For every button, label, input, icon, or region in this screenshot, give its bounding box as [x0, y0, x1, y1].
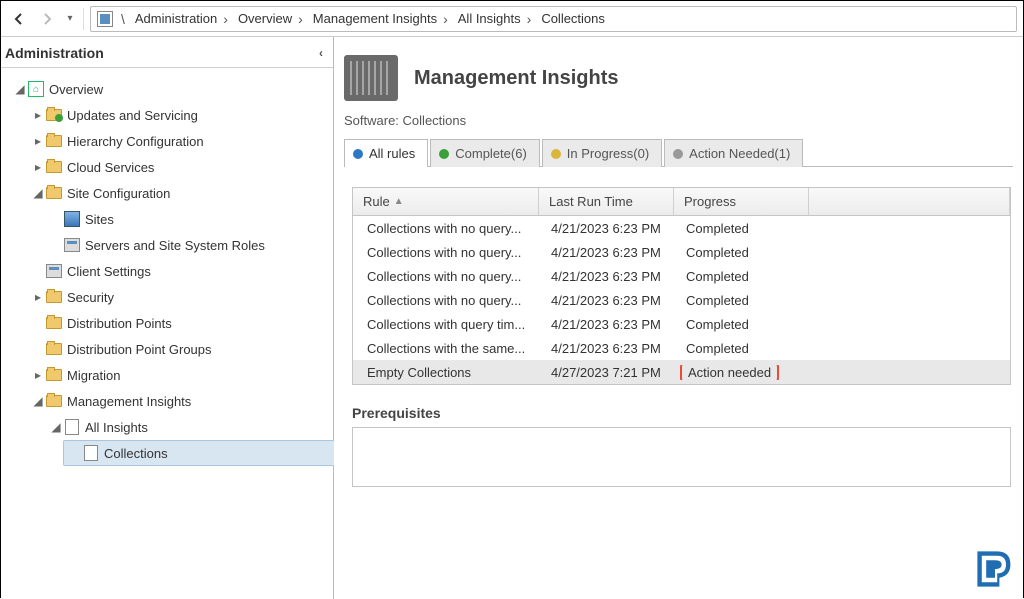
table-row[interactable]: Collections with the same... 4/21/2023 6… — [353, 336, 1010, 360]
management-insights-icon — [344, 55, 398, 101]
table-row[interactable]: Collections with no query... 4/21/2023 6… — [353, 216, 1010, 240]
status-dot-icon — [673, 149, 683, 159]
content-pane: Management Insights Software: Collection… — [334, 37, 1023, 599]
chevron-right-icon[interactable]: › — [219, 11, 232, 27]
tree-node-updates[interactable]: ▸ Updates and Servicing — [27, 102, 333, 128]
tree-node-sites[interactable]: Sites — [45, 206, 333, 232]
nav-history-dropdown[interactable]: ▾ — [63, 10, 77, 28]
table-row[interactable]: Collections with query tim... 4/21/2023 … — [353, 312, 1010, 336]
tree-node-collections[interactable]: Collections — [63, 440, 353, 466]
breadcrumb-path: \ Administration› Overview› Management I… — [90, 6, 1017, 32]
folder-icon — [46, 187, 62, 199]
nav-forward-button[interactable] — [35, 7, 59, 31]
folder-icon — [46, 135, 62, 147]
breadcrumb-item-management-insights[interactable]: Management Insights — [307, 11, 439, 26]
subtitle-label: Software: — [344, 113, 399, 128]
nav-back-button[interactable] — [7, 7, 31, 31]
tree-expander-icon[interactable]: ◢ — [31, 394, 45, 408]
prerequisites-title: Prerequisites — [352, 405, 1011, 427]
nav-pane-title: Administration — [5, 45, 104, 61]
tree-label: Overview — [49, 82, 103, 97]
tree-node-cloud[interactable]: ▸ Cloud Services — [27, 154, 333, 180]
navigation-pane: Administration ‹ ◢ ⌂ Overview ▸ Updates … — [1, 37, 334, 599]
breadcrumb-item-overview[interactable]: Overview — [232, 11, 294, 26]
tab-complete[interactable]: Complete(6) — [430, 139, 540, 167]
tree-expander-icon[interactable]: ◢ — [49, 420, 63, 434]
folder-update-icon — [46, 109, 62, 121]
tree-node-distribution-points[interactable]: Distribution Points — [27, 310, 333, 336]
subtitle-value: Collections — [403, 113, 467, 128]
document-icon — [84, 445, 98, 461]
tree-node-client-settings[interactable]: Client Settings — [27, 258, 333, 284]
tree-node-security[interactable]: ▸ Security — [27, 284, 333, 310]
chevron-right-icon[interactable]: › — [523, 11, 536, 27]
tree-node-distribution-point-groups[interactable]: Distribution Point Groups — [27, 336, 333, 362]
table-row[interactable]: Collections with no query... 4/21/2023 6… — [353, 240, 1010, 264]
tree-expander-icon[interactable]: ◢ — [13, 82, 27, 96]
tree-expander-icon[interactable]: ◢ — [31, 186, 45, 200]
highlighted-cell: Action needed — [680, 365, 779, 380]
folder-icon — [46, 395, 62, 407]
breadcrumb-item-all-insights[interactable]: All Insights — [452, 11, 523, 26]
column-header-last-run-time[interactable]: Last Run Time — [539, 188, 674, 215]
column-header-blank[interactable] — [809, 188, 1010, 215]
site-icon — [64, 211, 80, 227]
tree-expander-icon[interactable]: ▸ — [31, 290, 45, 304]
folder-icon — [46, 291, 62, 303]
home-icon: ⌂ — [28, 81, 44, 97]
breadcrumb-item-collections[interactable]: Collections — [535, 11, 607, 26]
rules-grid: Rule ▲ Last Run Time Progress Collection… — [352, 187, 1011, 385]
tree-node-hierarchy[interactable]: ▸ Hierarchy Configuration — [27, 128, 333, 154]
tree-node-all-insights[interactable]: ◢ All Insights — [45, 414, 333, 440]
breadcrumb-item-administration[interactable]: Administration — [129, 11, 219, 26]
tab-all-rules[interactable]: All rules — [344, 139, 428, 167]
status-dot-icon — [439, 149, 449, 159]
tree-expander-icon[interactable]: ▸ — [31, 108, 45, 122]
document-icon — [65, 419, 79, 435]
breadcrumb-bar: ▾ \ Administration› Overview› Management… — [1, 1, 1023, 37]
tab-action-needed[interactable]: Action Needed(1) — [664, 139, 803, 167]
table-row[interactable]: Collections with no query... 4/21/2023 6… — [353, 264, 1010, 288]
tree-node-servers[interactable]: Servers and Site System Roles — [45, 232, 333, 258]
tree-node-overview[interactable]: ◢ ⌂ Overview — [9, 76, 333, 102]
server-icon — [64, 238, 80, 252]
chevron-right-icon[interactable]: › — [439, 11, 452, 27]
folder-icon — [46, 161, 62, 173]
tree-node-site-config[interactable]: ◢ Site Configuration — [27, 180, 333, 206]
prerequisites-panel — [352, 427, 1011, 487]
nav-pane-collapse-button[interactable]: ‹ — [313, 46, 329, 60]
breadcrumb-root-separator[interactable]: \ — [117, 11, 129, 27]
status-dot-icon — [551, 149, 561, 159]
chevron-right-icon[interactable]: › — [294, 11, 307, 27]
tab-strip: All rules Complete(6) In Progress(0) Act… — [344, 138, 1013, 167]
page-title: Management Insights — [414, 67, 618, 90]
folder-icon — [46, 343, 62, 355]
client-settings-icon — [46, 264, 62, 278]
sort-ascending-icon: ▲ — [394, 196, 404, 207]
tree-expander-icon[interactable]: ▸ — [31, 160, 45, 174]
tab-in-progress[interactable]: In Progress(0) — [542, 139, 662, 167]
status-dot-icon — [353, 149, 363, 159]
column-header-rule[interactable]: Rule ▲ — [353, 188, 539, 215]
column-header-progress[interactable]: Progress — [674, 188, 809, 215]
tree-expander-icon[interactable]: ▸ — [31, 134, 45, 148]
folder-icon — [46, 369, 62, 381]
table-row[interactable]: Empty Collections 4/27/2023 7:21 PM Acti… — [353, 360, 1010, 384]
folder-icon — [46, 317, 62, 329]
tree-node-management-insights[interactable]: ◢ Management Insights — [27, 388, 333, 414]
watermark-logo — [973, 547, 1017, 591]
tree-expander-icon[interactable]: ▸ — [31, 368, 45, 382]
breadcrumb-root-icon — [97, 11, 113, 27]
tree-node-migration[interactable]: ▸ Migration — [27, 362, 333, 388]
table-row[interactable]: Collections with no query... 4/21/2023 6… — [353, 288, 1010, 312]
